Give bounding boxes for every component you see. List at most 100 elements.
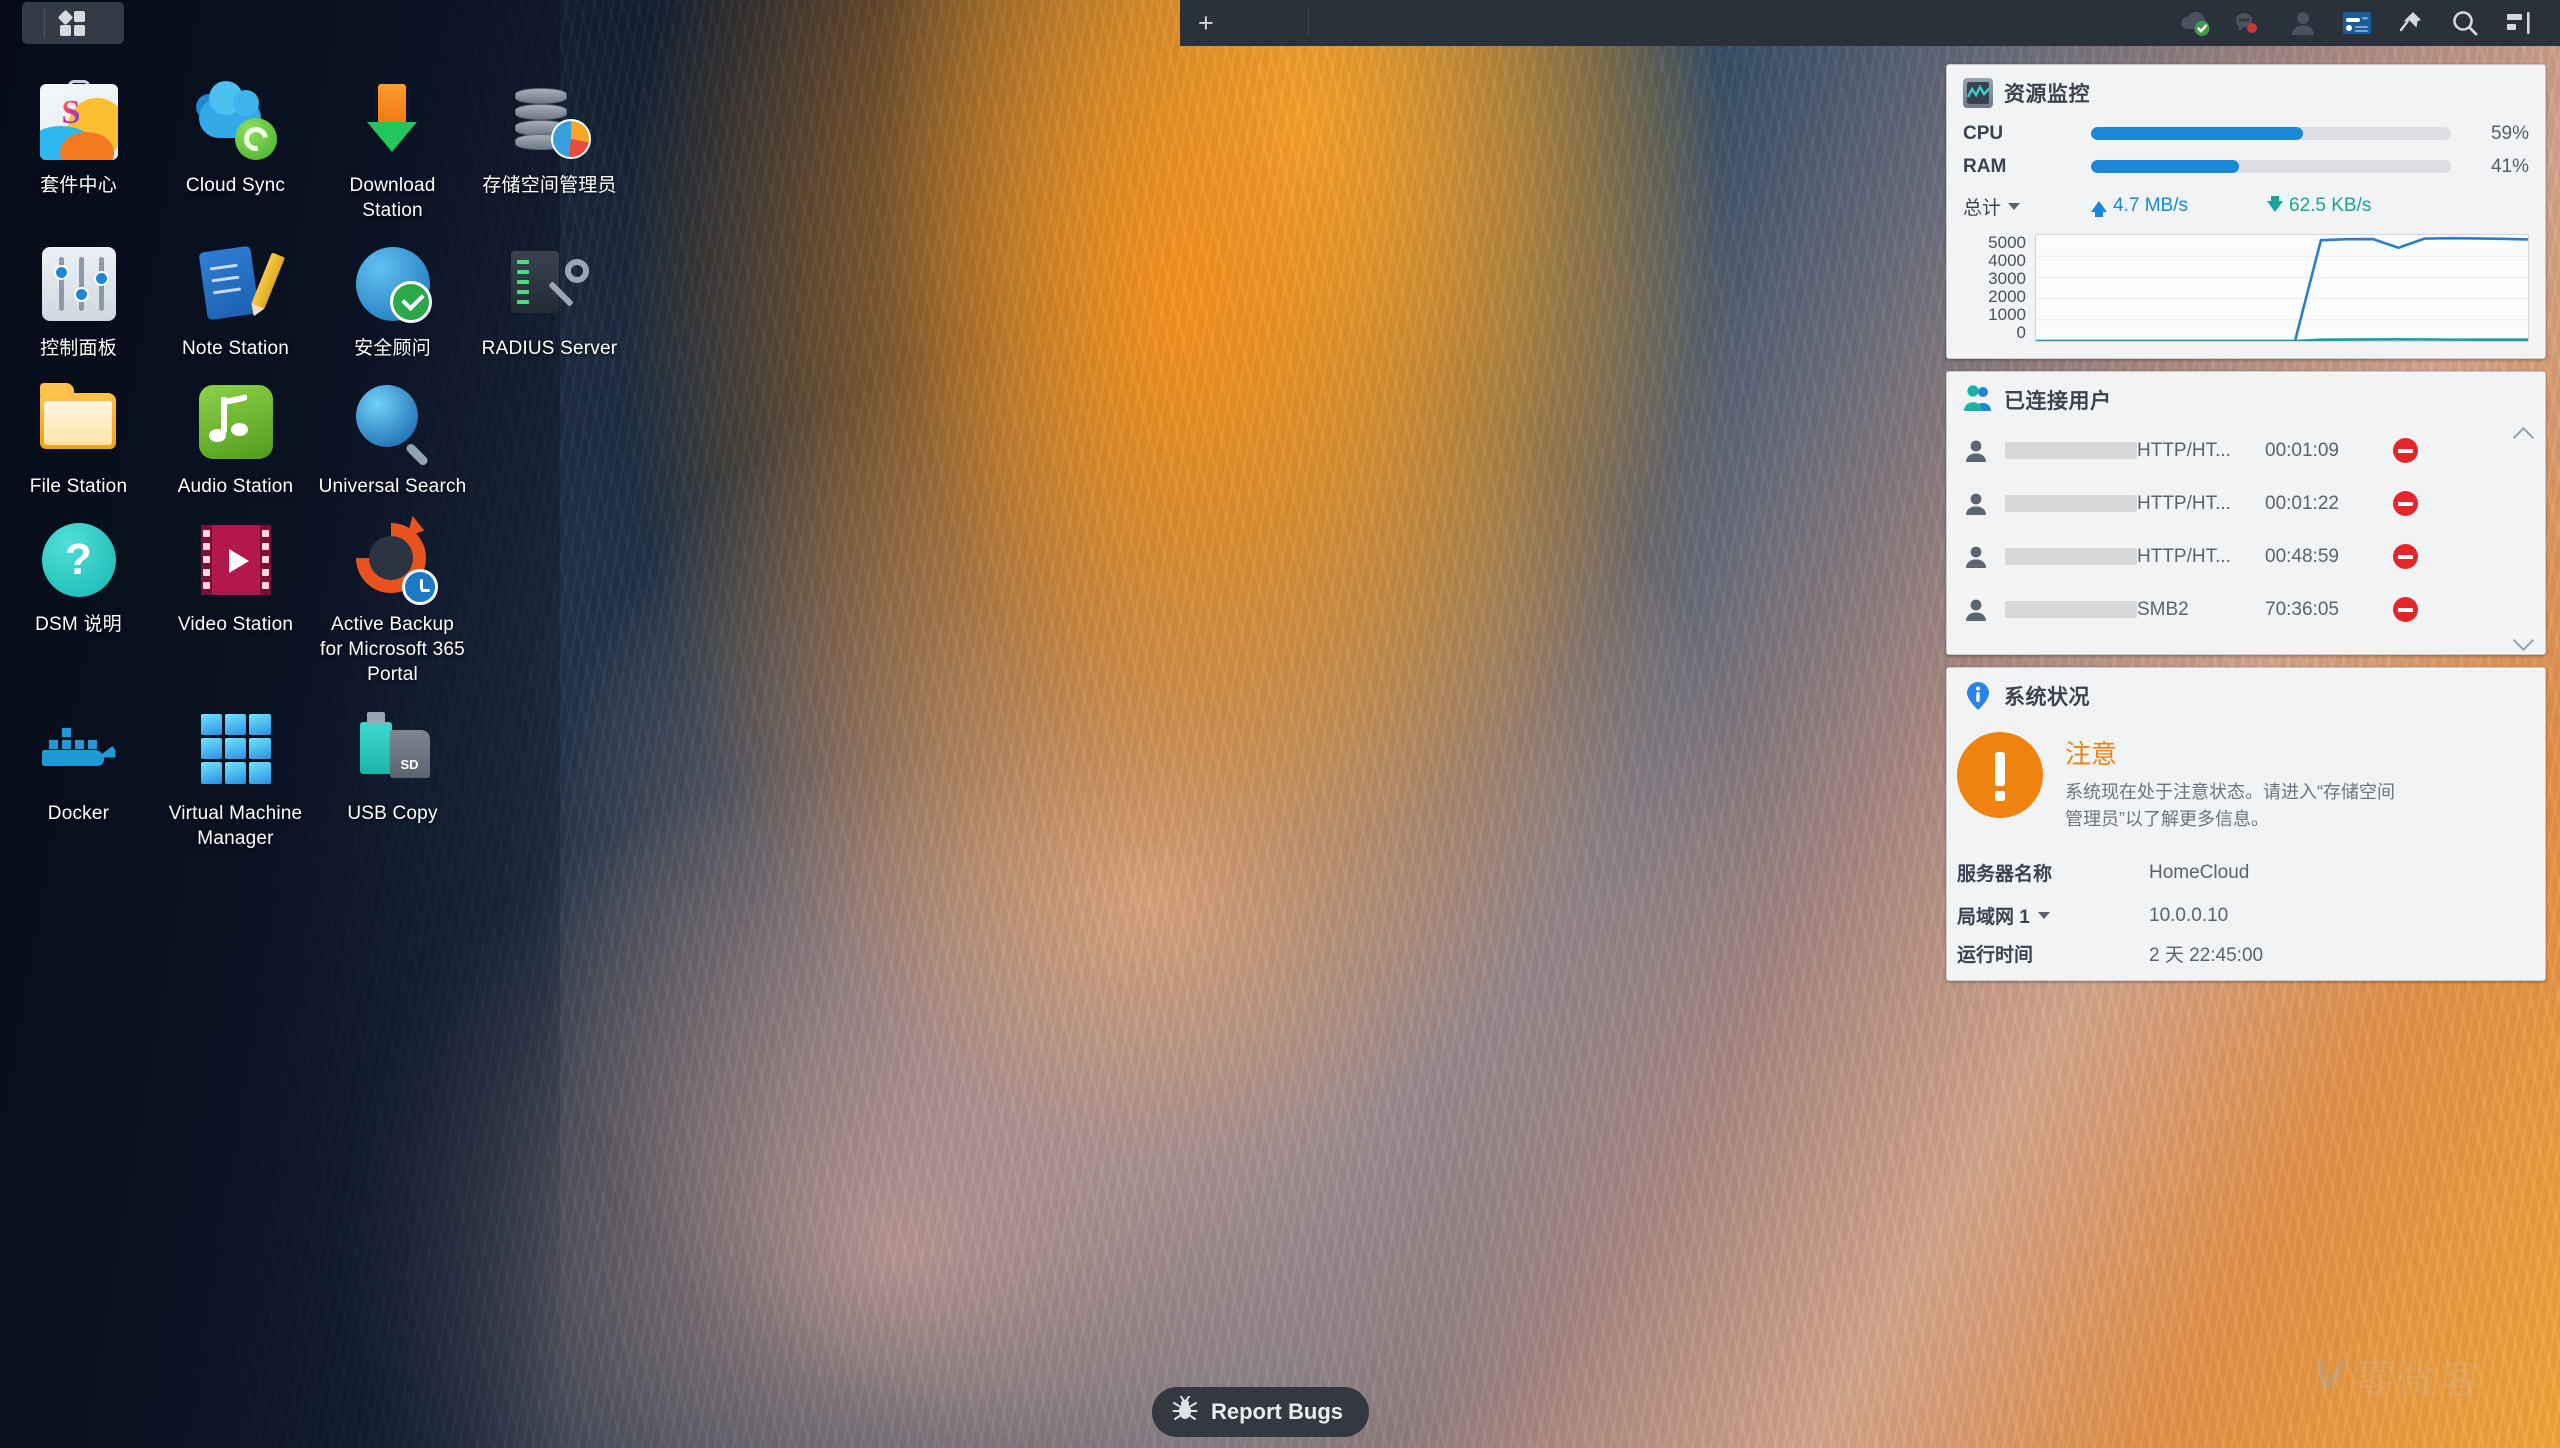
- pin-icon[interactable]: [2384, 0, 2438, 46]
- connected-user-row[interactable]: HTTP/HT... 00:01:22: [1947, 477, 2545, 530]
- info-value: 2 天 22:45:00: [2149, 945, 2264, 966]
- widget-title: 已连接用户: [2004, 390, 2112, 413]
- ram-meter-row: RAM 41%: [1963, 150, 2529, 183]
- disconnect-user-button[interactable]: [2383, 491, 2427, 516]
- desktop-icon-docker[interactable]: Docker: [0, 688, 157, 851]
- desktop-icon-label: Virtual Machine Manager: [168, 802, 303, 849]
- desktop-icon-audio-station[interactable]: Audio Station: [157, 361, 314, 499]
- desktop-icon-label: Universal Search: [318, 476, 467, 498]
- chart-y-tick: 5000: [1988, 233, 2026, 252]
- desktop-icon-row: S 套件中心 Cloud Sync Download Station 存储空间管…: [0, 60, 660, 223]
- upload-speed-value: 4.7 MB/s: [2113, 195, 2188, 216]
- chevron-down-icon: [2037, 912, 2050, 919]
- desktop-icon-download-station[interactable]: Download Station: [314, 60, 471, 223]
- chart-y-tick: 3000: [1988, 269, 2026, 288]
- desktop-icon-usb-copy[interactable]: SD USB Copy: [314, 688, 471, 851]
- desktop-icon-note-station[interactable]: Note Station: [157, 223, 314, 361]
- desktop-icon-label: Cloud Sync: [185, 175, 286, 196]
- desktop-icon-security-advisor[interactable]: 安全顾问: [314, 223, 471, 361]
- avatar-icon: [1963, 545, 1993, 569]
- desktop-icon-row: Docker Virtual Machine Manager SD USB Co…: [0, 688, 660, 851]
- radius-server-icon: [509, 243, 591, 325]
- chart-y-tick: 1000: [1988, 305, 2026, 324]
- scroll-up-button[interactable]: [2512, 426, 2535, 449]
- user-duration: 00:48:59: [2265, 545, 2339, 567]
- desktop-icon-row: File Station Audio Station Universal Sea…: [0, 361, 660, 499]
- desktop-icon-label: 安全顾问: [354, 338, 431, 360]
- info-row-server-name: 服务器名称 HomeCloud: [1947, 851, 2545, 894]
- info-label: 运行时间: [1957, 945, 2034, 966]
- main-menu-button[interactable]: [22, 2, 124, 44]
- scroll-down-button[interactable]: [2512, 629, 2535, 652]
- user-duration: 00:01:09: [2265, 439, 2339, 461]
- search-icon[interactable]: [2438, 0, 2492, 46]
- note-station-icon: [195, 243, 285, 325]
- notifications-icon[interactable]: [2222, 0, 2276, 46]
- report-bugs-button[interactable]: Report Bugs: [1152, 1387, 1369, 1437]
- user-protocol: HTTP/HT...: [2137, 492, 2231, 514]
- network-scope-select[interactable]: 总计: [1963, 193, 2091, 220]
- ram-meter-fill: [2091, 160, 2239, 173]
- desktop-icon-label: USB Copy: [347, 802, 438, 824]
- desktop-icon-label: DSM 说明: [35, 614, 122, 636]
- show-desktop-icon[interactable]: [2492, 0, 2546, 46]
- taskbar-right: +: [1180, 0, 2560, 46]
- dsm-help-icon: ?: [38, 519, 120, 601]
- widget-panel: 资源监控 CPU 59% RAM 41% 总计 4.7 MB/s 62.5 KB…: [1932, 46, 2560, 1448]
- video-station-icon: [195, 519, 277, 601]
- user-duration: 00:01:22: [2265, 492, 2339, 514]
- info-row-lan: 局域网 1 10.0.0.10: [1947, 894, 2545, 937]
- network-scope-label: 总计: [1963, 197, 2002, 219]
- cloud-status-icon[interactable]: [2168, 0, 2222, 46]
- status-heading: 注意: [2065, 739, 2118, 769]
- system-health-widget: 系统状况 注意 系统现在处于注意状态。请进入“存储空间管理员”以了解更多信息。 …: [1946, 667, 2546, 981]
- info-value: HomeCloud: [2149, 861, 2250, 883]
- resource-monitor-icon: [1963, 78, 1993, 108]
- control-panel-icon: [38, 243, 120, 325]
- disconnect-user-button[interactable]: [2383, 438, 2427, 463]
- ram-meter-track: [2091, 160, 2451, 173]
- desktop-icon-label: RADIUS Server: [481, 338, 618, 360]
- desktop-icon-label: File Station: [29, 476, 128, 498]
- desktop-icon-empty: [471, 499, 628, 687]
- desktop-icon-package-center[interactable]: S 套件中心: [0, 60, 157, 223]
- status-description: 系统现在处于注意状态。请进入“存储空间管理员”以了解更多信息。: [2065, 782, 2395, 829]
- desktop-root: + S 套件中心 Cloud Sync Download Station 存储空…: [0, 0, 2560, 1448]
- info-row-uptime: 运行时间 2 天 22:45:00: [1947, 937, 2545, 980]
- disconnect-user-button[interactable]: [2383, 544, 2427, 569]
- desktop-icon-storage-manager[interactable]: 存储空间管理员: [471, 60, 628, 223]
- desktop-icon-active-backup-m365[interactable]: Active Backup for Microsoft 365 Portal: [314, 499, 471, 687]
- upload-speed: 4.7 MB/s: [2091, 195, 2267, 217]
- desktop-icon-dsm-help[interactable]: ? DSM 说明: [0, 499, 157, 687]
- widgets-icon[interactable]: [2330, 0, 2384, 46]
- connected-users-icon: [1963, 385, 1993, 415]
- avatar-icon: [1963, 492, 1993, 516]
- widget-header: 系统状况: [1947, 668, 2545, 720]
- desktop-icon-universal-search[interactable]: Universal Search: [314, 361, 471, 499]
- connected-user-row[interactable]: SMB2 70:36:05: [1947, 583, 2545, 636]
- desktop-icon-vmm[interactable]: Virtual Machine Manager: [157, 688, 314, 851]
- connected-user-row[interactable]: HTTP/HT... 00:01:09: [1947, 424, 2545, 477]
- connected-user-row[interactable]: HTTP/HT... 00:48:59: [1947, 530, 2545, 583]
- widget-title: 系统状况: [2004, 686, 2090, 709]
- info-label[interactable]: 局域网 1: [1957, 902, 2149, 929]
- user-account-icon[interactable]: [2276, 0, 2330, 46]
- desktop-icon-grid: S 套件中心 Cloud Sync Download Station 存储空间管…: [0, 60, 660, 851]
- security-advisor-icon: [352, 243, 434, 325]
- desktop-icon-cloud-sync[interactable]: Cloud Sync: [157, 60, 314, 223]
- desktop-icon-radius-server[interactable]: RADIUS Server: [471, 223, 628, 361]
- user-name-redacted: [2005, 548, 2137, 565]
- warning-icon: [1957, 732, 2043, 818]
- desktop-icon-file-station[interactable]: File Station: [0, 361, 157, 499]
- desktop-icon-control-panel[interactable]: 控制面板: [0, 223, 157, 361]
- audio-station-icon: [195, 381, 277, 463]
- add-widget-button[interactable]: +: [1198, 0, 1214, 46]
- network-summary-row: 总计 4.7 MB/s 62.5 KB/s: [1963, 186, 2529, 226]
- disconnect-icon: [2392, 597, 2418, 622]
- chart-y-tick: 0: [2016, 323, 2026, 342]
- active-backup-m365-icon: [352, 516, 438, 606]
- desktop-icon-video-station[interactable]: Video Station: [157, 499, 314, 687]
- widget-title: 资源监控: [2004, 83, 2090, 106]
- cloud-sync-icon: [195, 80, 277, 162]
- disconnect-user-button[interactable]: [2383, 597, 2427, 622]
